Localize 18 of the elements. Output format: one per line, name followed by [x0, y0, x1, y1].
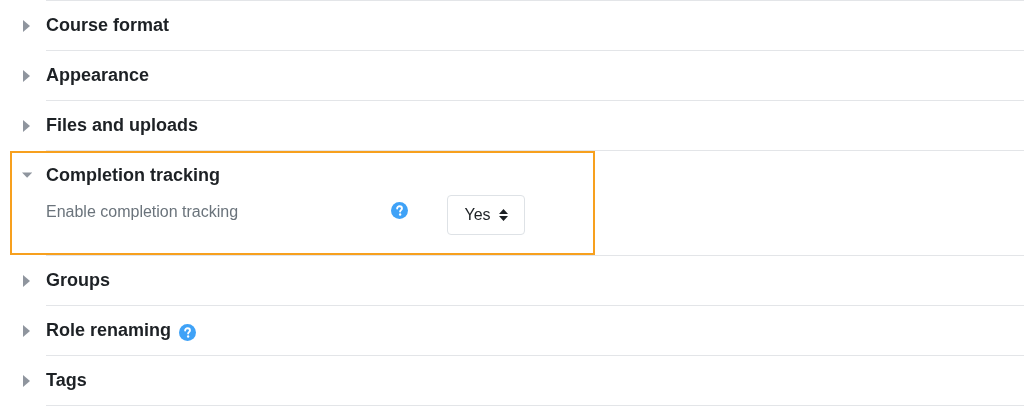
section-title[interactable]: Role renaming [46, 320, 172, 341]
section-title[interactable]: Groups [46, 270, 110, 291]
section-title[interactable]: Files and uploads [46, 115, 199, 136]
caret-right-icon[interactable] [22, 274, 32, 287]
section-title[interactable]: Appearance [46, 65, 150, 86]
sort-icon [498, 209, 508, 221]
setting-label: Enable completion tracking [46, 203, 240, 221]
section-title[interactable]: Completion tracking [46, 165, 220, 186]
section-title[interactable]: Course format [46, 15, 170, 36]
select-field[interactable]: Yes [447, 195, 525, 235]
help-icon[interactable] [391, 202, 408, 219]
caret-right-icon[interactable] [22, 324, 32, 337]
caret-right-icon[interactable] [22, 119, 32, 132]
caret-right-icon[interactable] [22, 19, 32, 32]
caret-right-icon[interactable] [22, 374, 32, 387]
caret-right-icon[interactable] [22, 69, 32, 82]
section-title[interactable]: Tags [46, 370, 87, 391]
help-icon[interactable] [179, 324, 197, 341]
